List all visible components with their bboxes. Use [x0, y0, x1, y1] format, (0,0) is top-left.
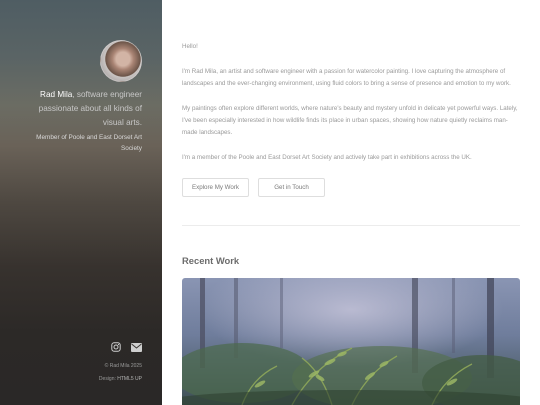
recent-work-title: Recent Work: [182, 255, 240, 266]
about-paragraph-1: I'm Rad Mila, an artist and software eng…: [182, 68, 511, 87]
main-content: Hello! I'm Rad Mila, an artist and softw…: [182, 0, 520, 405]
artist-name: Rad Mila: [40, 90, 73, 99]
greeting: Hello!: [182, 43, 198, 50]
sidebar: Rad Mila, software engineer passionate a…: [0, 0, 162, 405]
footer-design-link[interactable]: HTML5 UP: [117, 376, 142, 382]
section-divider: [182, 225, 520, 226]
mail-icon[interactable]: [131, 342, 142, 352]
footer-design-label: Design:: [98, 376, 118, 382]
membership-note: Member of Poole and East Dorset Art Soci…: [36, 134, 142, 152]
about-paragraph-3: I'm a member of the Poole and East Dorse…: [182, 154, 472, 161]
social-links: [111, 342, 142, 352]
explore-work-button[interactable]: Explore My Work: [182, 178, 249, 197]
recent-work-painting[interactable]: [182, 278, 520, 405]
avatar: [100, 40, 142, 82]
instagram-icon[interactable]: [111, 342, 121, 352]
footer-design-credit: Design: HTML5 UP: [99, 376, 142, 382]
get-in-touch-button[interactable]: Get in Touch: [258, 178, 325, 197]
footer-copyright: © Rad Mila 2025: [104, 363, 142, 369]
intro-text: Rad Mila, software engineer passionate a…: [17, 88, 142, 130]
about-paragraph-2: My paintings often explore different wor…: [182, 105, 518, 136]
